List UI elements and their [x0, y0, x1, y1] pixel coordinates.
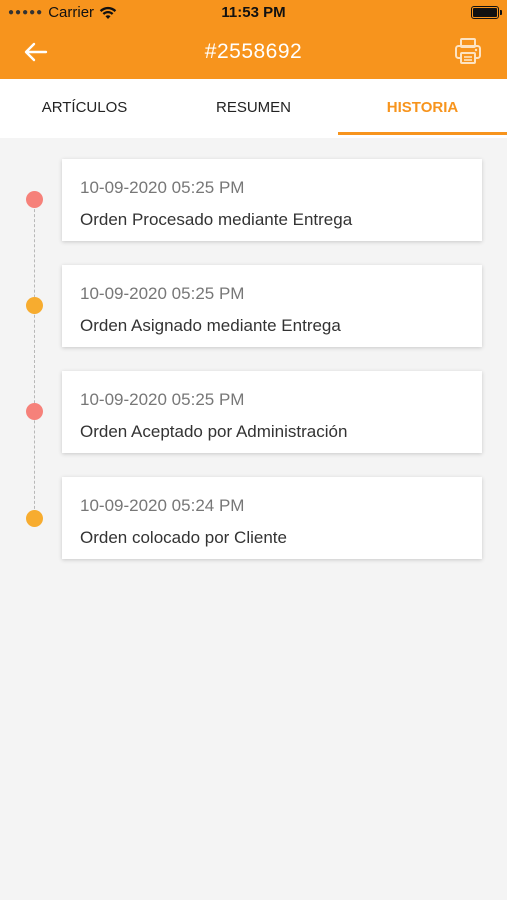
timeline-dot — [26, 403, 43, 420]
history-date: 10-09-2020 05:25 PM — [80, 178, 245, 197]
tab-articulos[interactable]: ARTÍCULOS — [0, 79, 169, 138]
history-date: 10-09-2020 05:24 PM — [80, 496, 245, 515]
timeline-line — [34, 199, 35, 519]
history-card: 10-09-2020 05:25 PM Orden Asignado media… — [62, 265, 482, 347]
status-bar: ●●●●● Carrier 11:53 PM — [0, 0, 507, 28]
app-header: ●●●●● Carrier 11:53 PM #2558692 — [0, 0, 507, 79]
history-date: 10-09-2020 05:25 PM — [80, 390, 245, 409]
history-description: Orden colocado por Cliente — [80, 528, 287, 547]
timeline-dot — [26, 191, 43, 208]
timeline-dot — [26, 510, 43, 527]
timeline-dot — [26, 297, 43, 314]
battery-icon — [471, 6, 502, 19]
history-description: Orden Procesado mediante Entrega — [80, 210, 353, 229]
history-card: 10-09-2020 05:25 PM Orden Procesado medi… — [62, 159, 482, 241]
active-tab-indicator — [338, 132, 507, 135]
history-card: 10-09-2020 05:24 PM Orden colocado por C… — [62, 477, 482, 559]
history-description: Orden Aceptado por Administración — [80, 422, 348, 441]
tab-bar: ARTÍCULOS RESUMEN HISTORIA — [0, 79, 507, 138]
history-date: 10-09-2020 05:25 PM — [80, 284, 245, 303]
history-description: Orden Asignado mediante Entrega — [80, 316, 341, 335]
status-time: 11:53 PM — [221, 4, 286, 21]
print-button[interactable] — [453, 36, 485, 68]
printer-icon — [455, 38, 481, 64]
tab-resumen[interactable]: RESUMEN — [169, 79, 338, 138]
order-number-title: #2558692 — [204, 40, 303, 63]
history-card: 10-09-2020 05:25 PM Orden Aceptado por A… — [62, 371, 482, 453]
tab-historia[interactable]: HISTORIA — [338, 79, 507, 138]
